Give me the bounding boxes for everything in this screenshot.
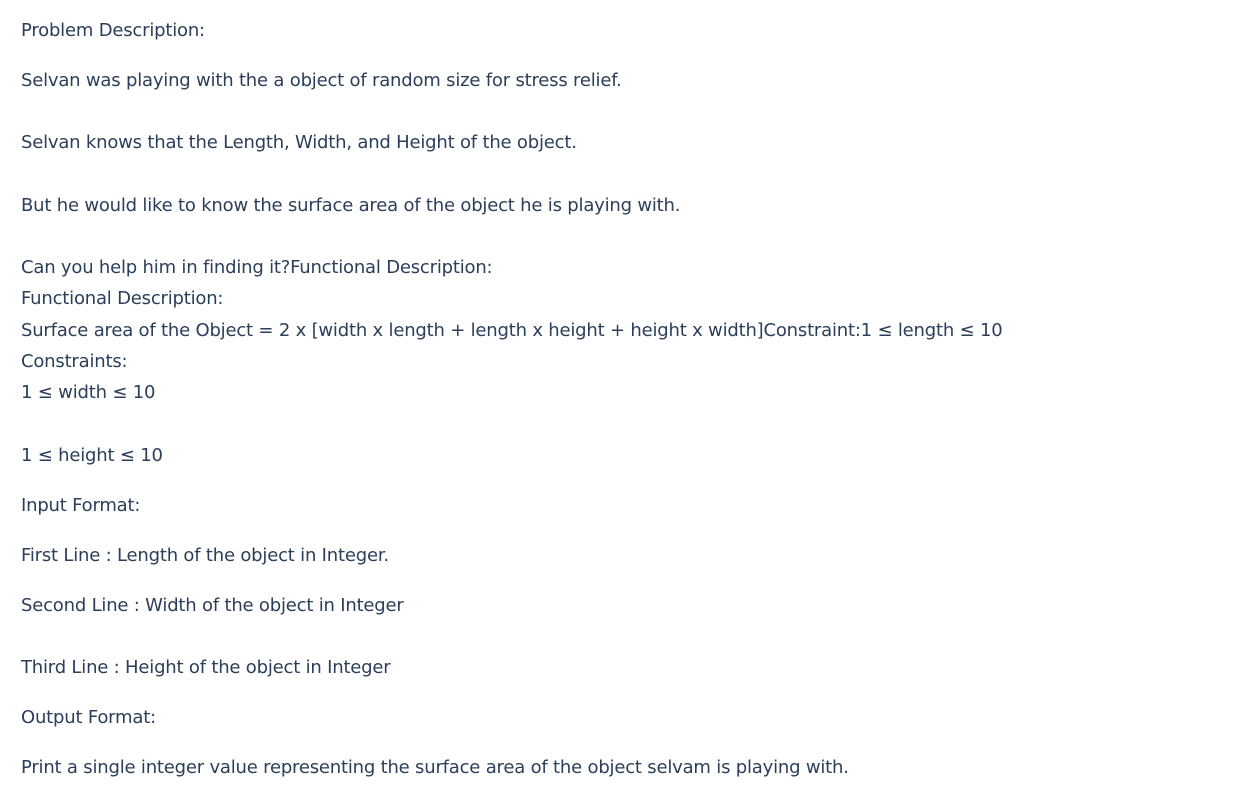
problem-paragraph-1: Selvan was playing with the a object of … (21, 70, 622, 91)
problem-description-heading: Problem Description: (21, 20, 205, 41)
constraint-width: 1 ≤ width ≤ 10 (21, 382, 156, 403)
problem-statement: Problem Description: Selvan was playing … (0, 0, 1238, 810)
constraints-heading: Constraints: (21, 351, 128, 372)
functional-description-heading: Functional Description: (21, 288, 224, 309)
input-line-1: First Line : Length of the object in Int… (21, 545, 389, 566)
problem-paragraph-4: Can you help him in finding it?Functiona… (21, 257, 493, 278)
problem-paragraph-2: Selvan knows that the Length, Width, and… (21, 132, 577, 153)
constraint-height: 1 ≤ height ≤ 10 (21, 445, 163, 466)
surface-area-formula: Surface area of the Object = 2 x [width … (21, 320, 1003, 341)
problem-paragraph-3: But he would like to know the surface ar… (21, 195, 681, 216)
input-line-3: Third Line : Height of the object in Int… (21, 657, 391, 678)
output-format-heading: Output Format: (21, 707, 156, 728)
input-format-heading: Input Format: (21, 495, 141, 516)
output-line-1: Print a single integer value representin… (21, 757, 849, 778)
input-line-2: Second Line : Width of the object in Int… (21, 595, 404, 616)
